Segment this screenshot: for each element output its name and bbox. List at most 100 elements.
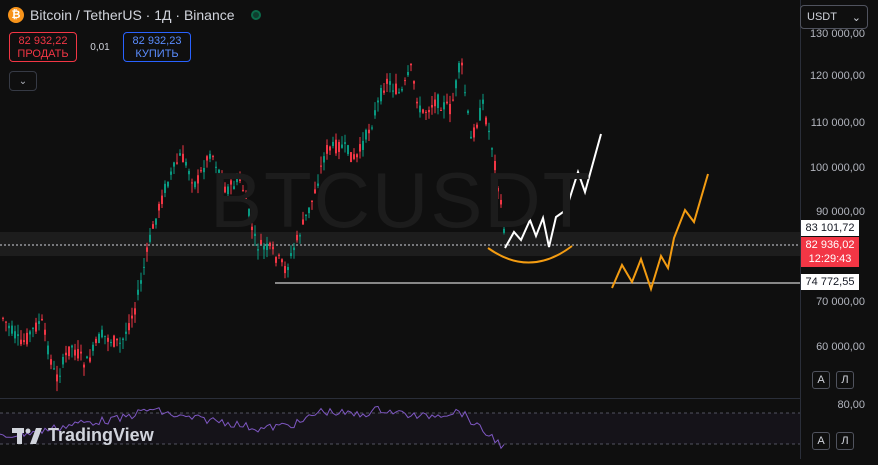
candle-body xyxy=(203,168,205,173)
collapse-legend-button[interactable]: ⌄ xyxy=(9,71,37,91)
candle-body xyxy=(149,234,151,242)
candle-body xyxy=(464,92,466,94)
sell-label: ПРОДАТЬ xyxy=(17,48,69,60)
candle-body xyxy=(11,325,13,334)
candle-body xyxy=(206,156,208,161)
candle-body xyxy=(188,170,190,175)
candle-body xyxy=(347,145,349,155)
rsi-log-scale-button[interactable]: Л xyxy=(836,432,854,450)
current-price-tag: 82 936,02 12:29:43 xyxy=(801,237,859,267)
currency-select[interactable]: USDT ⌄ xyxy=(800,5,868,29)
candle-body xyxy=(2,317,4,319)
chevron-down-icon: ⌄ xyxy=(18,75,28,87)
candle-body xyxy=(422,109,424,113)
candle-body xyxy=(50,359,52,365)
candle-body xyxy=(488,130,490,133)
candle-body xyxy=(74,349,76,356)
candle-body xyxy=(461,62,463,66)
rsi-auto-scale-button[interactable]: А xyxy=(812,432,830,450)
candle-body xyxy=(182,153,184,163)
forecast-path-orange xyxy=(611,173,709,293)
buy-price: 82 932,23 xyxy=(132,35,182,47)
candle-body xyxy=(176,162,178,164)
lower-level-tag: 74 772,55 xyxy=(801,274,859,290)
candle-body xyxy=(47,345,49,355)
candle-body xyxy=(383,90,385,93)
rsi-axis-label: 80,00 xyxy=(837,399,865,411)
candle-body xyxy=(419,105,421,113)
candle-body xyxy=(278,254,280,256)
candle-body xyxy=(257,249,259,251)
candle-body xyxy=(380,88,382,102)
candle-body xyxy=(98,333,100,344)
candle-body xyxy=(92,344,94,351)
candle-body xyxy=(455,80,457,89)
candle-body xyxy=(77,349,79,359)
logo-text: TradingView xyxy=(48,425,154,445)
sell-price: 82 932,22 xyxy=(18,35,68,47)
candle-body xyxy=(374,110,376,116)
candle-body xyxy=(71,345,73,348)
candle-body xyxy=(431,105,433,108)
candle-body xyxy=(284,266,286,274)
candle-body xyxy=(395,83,397,95)
axis-label: 60 000,00 xyxy=(816,341,865,353)
candle-body xyxy=(167,181,169,187)
candle-body xyxy=(8,325,10,329)
candle-body xyxy=(14,331,16,339)
candle-body xyxy=(482,99,484,104)
candle-body xyxy=(479,107,481,121)
candle-body xyxy=(86,356,88,359)
axis-label: 70 000,00 xyxy=(816,296,865,308)
candle-body xyxy=(191,182,193,184)
candle-body xyxy=(359,144,361,152)
candle-body xyxy=(392,90,394,92)
log-scale-button[interactable]: Л xyxy=(836,371,854,389)
candle-body xyxy=(38,321,40,324)
candle-body xyxy=(53,368,55,370)
candle-body xyxy=(443,102,445,110)
candle-body xyxy=(41,318,43,321)
candle-body xyxy=(389,81,391,85)
buy-button[interactable]: 82 932,23 КУПИТЬ xyxy=(123,32,191,62)
candle-body xyxy=(275,257,277,263)
candle-body xyxy=(170,171,172,175)
candle-body xyxy=(404,80,406,82)
candle-body xyxy=(137,289,139,295)
candle-body xyxy=(338,142,340,152)
candle-body xyxy=(272,246,274,250)
countdown-timer: 12:29:43 xyxy=(808,253,852,265)
sell-button[interactable]: 82 932,22 ПРОДАТЬ xyxy=(9,32,77,62)
current-price-value: 82 936,02 xyxy=(805,239,855,251)
candle-body xyxy=(131,315,133,319)
candle-body xyxy=(425,111,427,113)
candle-body xyxy=(140,280,142,284)
candle-body xyxy=(344,142,346,144)
auto-scale-button[interactable]: А xyxy=(812,371,830,389)
candle-body xyxy=(287,267,289,271)
candle-body xyxy=(386,78,388,84)
candle-body xyxy=(125,331,127,334)
market-status-icon[interactable] xyxy=(250,10,261,20)
candle-body xyxy=(80,351,82,354)
candle-body xyxy=(452,99,454,101)
candle-body xyxy=(434,99,436,107)
candle-body xyxy=(5,321,7,323)
candle-body xyxy=(440,110,442,112)
tradingview-logo[interactable]: TradingView xyxy=(12,425,154,446)
candle-body xyxy=(416,101,418,104)
symbol-watermark: BTCUSDT xyxy=(210,156,593,244)
candle-body xyxy=(197,175,199,184)
candle-body xyxy=(263,245,265,250)
candle-body xyxy=(449,104,451,115)
candle-body xyxy=(104,335,106,337)
candle-body xyxy=(470,136,472,139)
candle-body xyxy=(119,342,121,344)
currency-value: USDT xyxy=(807,11,837,23)
candle-body xyxy=(413,81,415,84)
candle-body xyxy=(32,327,34,329)
candle-body xyxy=(101,329,103,338)
candle-body xyxy=(68,346,70,357)
symbol-title[interactable]: Bitcoin / TetherUS · 1Д · Binance xyxy=(30,7,235,23)
axis-label: 100 000,00 xyxy=(809,162,865,174)
